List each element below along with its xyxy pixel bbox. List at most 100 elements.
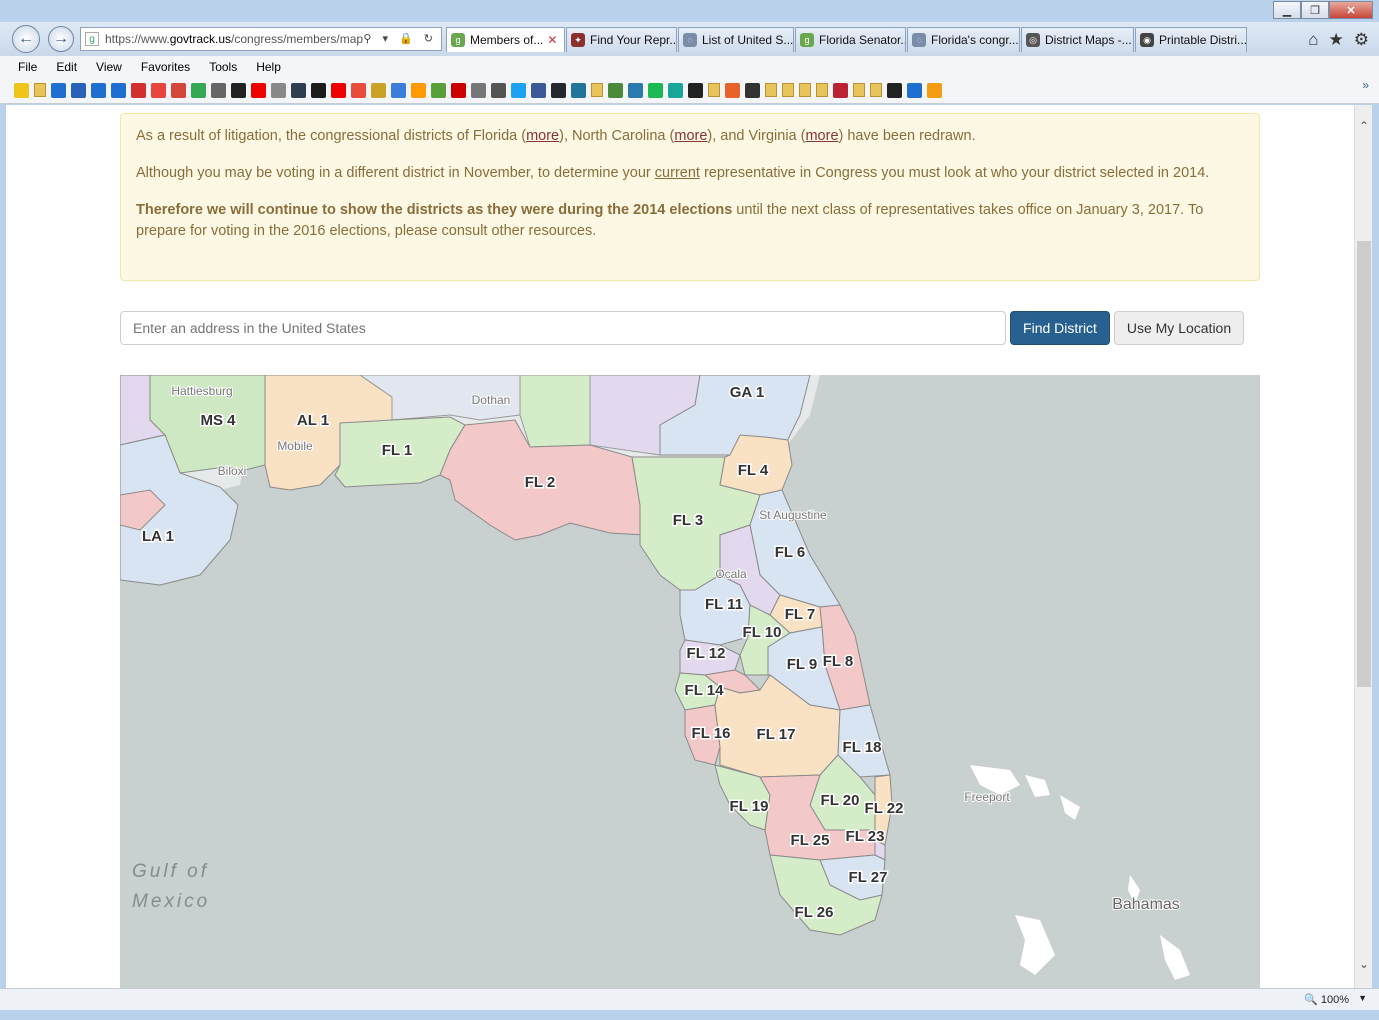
favorites-folder-icon[interactable]: [708, 83, 720, 97]
tab[interactable]: ◉ Printable Distri...: [1135, 27, 1247, 52]
favorite-site-icon[interactable]: [191, 82, 206, 98]
favorites-folder-icon[interactable]: [591, 83, 603, 97]
menu-tools[interactable]: Tools: [209, 60, 237, 74]
north-carolina-more-link[interactable]: more: [674, 128, 707, 144]
favorite-site-icon[interactable]: [648, 82, 663, 98]
tab[interactable]: ◌ Florida's congr...: [907, 27, 1020, 52]
menu-help[interactable]: Help: [256, 60, 281, 74]
favorite-site-icon[interactable]: [451, 82, 466, 98]
favorites-folder-icon[interactable]: [870, 83, 882, 97]
close-window-button[interactable]: ✕: [1329, 1, 1373, 19]
tab[interactable]: ◎ District Maps -...: [1021, 27, 1134, 52]
favorite-site-icon[interactable]: [608, 82, 623, 98]
zoom-dropdown-icon[interactable]: ▼: [1358, 993, 1367, 1003]
favorite-site-icon[interactable]: [668, 82, 683, 98]
favorite-site-icon[interactable]: [91, 82, 106, 98]
find-district-button[interactable]: Find District: [1010, 311, 1110, 345]
place-label: Hattiesburg: [171, 384, 232, 398]
menu-favorites[interactable]: Favorites: [141, 60, 190, 74]
favorite-site-icon[interactable]: [887, 82, 902, 98]
favorites-folder-icon[interactable]: [34, 83, 46, 97]
florida-more-link[interactable]: more: [526, 128, 559, 144]
favorite-site-icon[interactable]: [111, 82, 126, 98]
scrollbar-thumb[interactable]: [1357, 241, 1371, 687]
favorite-site-icon[interactable]: [131, 82, 146, 98]
menu-file[interactable]: File: [18, 60, 37, 74]
address-search-input[interactable]: [120, 311, 1006, 345]
favorite-site-icon[interactable]: [251, 82, 266, 98]
favorite-site-icon[interactable]: [725, 82, 740, 98]
gear-icon[interactable]: ⚙: [1354, 30, 1369, 50]
favorite-site-icon[interactable]: [628, 82, 643, 98]
window-controls: ▁ ❐ ✕: [1273, 1, 1373, 19]
favorite-site-icon[interactable]: [351, 82, 366, 98]
zoom-value: 100%: [1320, 994, 1349, 1006]
back-button[interactable]: ←: [12, 25, 40, 53]
favorite-site-icon[interactable]: [231, 82, 246, 98]
district-map[interactable]: MS 4 AL 1 FL 1 FL 2 GA 1 FL 4 FL 3 LA 1 FL 6 FL 1…: [120, 375, 1260, 988]
place-label: Biloxi: [218, 464, 247, 478]
favorite-site-icon[interactable]: [491, 82, 506, 98]
favorites-folder-icon[interactable]: [816, 83, 828, 97]
address-bar[interactable]: g https://www. govtrack.us/congress/membe…: [80, 27, 442, 51]
favorite-site-icon[interactable]: [391, 82, 406, 98]
favorite-site-icon[interactable]: [907, 82, 922, 98]
address-bar-icons[interactable]: ⚲ ▾ 🔒 ↻: [363, 32, 437, 45]
favorite-site-icon[interactable]: [14, 82, 29, 98]
favorite-site-icon[interactable]: [688, 82, 703, 98]
favorite-site-icon[interactable]: [311, 82, 326, 98]
favorite-site-icon[interactable]: [431, 82, 446, 98]
water-label: Mexico: [132, 891, 210, 912]
tab[interactable]: g Members of... ✕: [446, 27, 565, 52]
scroll-down-arrow-icon[interactable]: ⌄: [1359, 957, 1369, 971]
minimize-button[interactable]: ▁: [1273, 1, 1301, 19]
browser-window: ▁ ❐ ✕ ← → g https://www. govtrack.us/cong…: [0, 0, 1379, 1020]
favorites-overflow-chevron-icon[interactable]: »: [1362, 78, 1369, 92]
favorite-site-icon[interactable]: [331, 82, 346, 98]
favorite-site-icon[interactable]: [927, 82, 942, 98]
forward-button[interactable]: →: [48, 26, 74, 52]
favorites-folder-icon[interactable]: [782, 83, 794, 97]
favorite-site-icon[interactable]: [171, 82, 186, 98]
favorite-site-icon[interactable]: [291, 82, 306, 98]
favorite-site-icon[interactable]: [211, 82, 226, 98]
scroll-up-arrow-icon[interactable]: ⌃: [1359, 119, 1369, 133]
favorite-site-icon[interactable]: [71, 82, 86, 98]
virginia-more-link[interactable]: more: [805, 128, 838, 144]
tab[interactable]: ◌ List of United S...: [678, 27, 794, 52]
use-my-location-button[interactable]: Use My Location: [1114, 311, 1244, 345]
favorite-site-icon[interactable]: [833, 82, 848, 98]
district-label: FL 2: [525, 474, 556, 491]
tab-label: Florida Senator...: [819, 33, 906, 47]
favorites-folder-icon[interactable]: [765, 83, 777, 97]
favorite-site-icon[interactable]: [511, 82, 526, 98]
district-label: FL 26: [795, 904, 834, 921]
favorite-site-icon[interactable]: [151, 82, 166, 98]
close-tab-icon[interactable]: ✕: [547, 33, 557, 47]
vertical-scrollbar[interactable]: ⌃ ⌄: [1354, 105, 1372, 988]
favorite-site-icon[interactable]: [411, 82, 426, 98]
page-content: As a result of litigation, the congressi…: [6, 105, 1354, 988]
tab[interactable]: ✦ Find Your Repr...: [566, 27, 677, 52]
favorites-folder-icon[interactable]: [799, 83, 811, 97]
favorite-site-icon[interactable]: [51, 82, 66, 98]
menu-view[interactable]: View: [96, 60, 122, 74]
favorite-site-icon[interactable]: [531, 82, 546, 98]
favorite-site-icon[interactable]: [551, 82, 566, 98]
favorite-site-icon[interactable]: [571, 82, 586, 98]
menu-edit[interactable]: Edit: [56, 60, 77, 74]
favorite-site-icon[interactable]: [271, 82, 286, 98]
zoom-level[interactable]: 🔍 100%: [1304, 993, 1349, 1006]
favorites-folder-icon[interactable]: [853, 83, 865, 97]
tab-label: Printable Distri...: [1159, 33, 1247, 47]
tab[interactable]: g Florida Senator...: [795, 27, 906, 52]
favorite-site-icon[interactable]: [745, 82, 760, 98]
maximize-button[interactable]: ❐: [1301, 1, 1329, 19]
place-label: Mobile: [277, 439, 313, 453]
navigation-bar: ← → g https://www. govtrack.us/congress/m…: [0, 22, 1379, 56]
favorite-site-icon[interactable]: [471, 82, 486, 98]
favorite-site-icon[interactable]: [371, 82, 386, 98]
home-icon[interactable]: ⌂: [1308, 30, 1318, 50]
district-label: FL 16: [692, 725, 731, 742]
favorites-star-icon[interactable]: ★: [1329, 30, 1344, 50]
